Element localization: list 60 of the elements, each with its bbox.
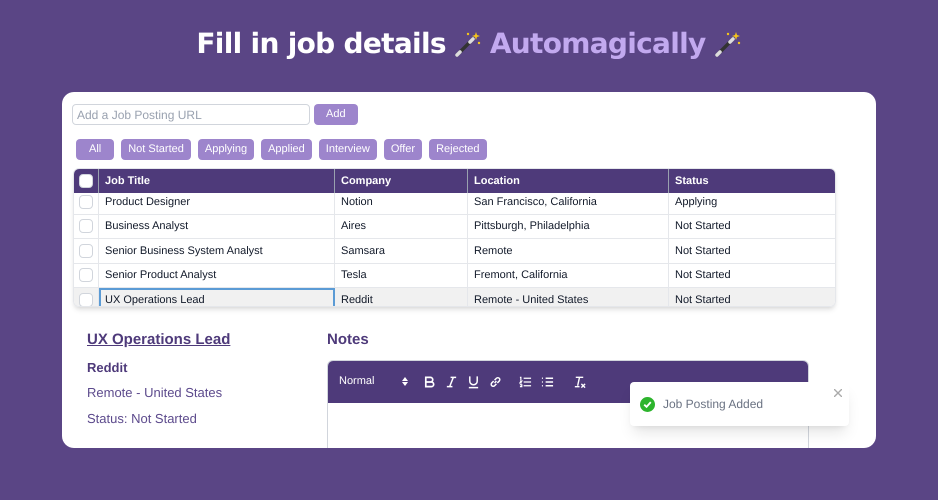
table-row[interactable]: Senior Product Analyst Tesla Fremont, California Not Started [74,264,835,288]
job-status: Status: Not Started [87,410,198,428]
clear-format-button[interactable] [573,374,586,388]
sort-arrows-icon [402,377,408,386]
checkbox[interactable] [79,219,93,234]
column-header[interactable]: Status [669,169,835,193]
table-cell: Aires [335,214,468,238]
headline: Fill in job details [196,26,446,62]
table-cell: UX Operations Lead [99,288,335,306]
table-cell-text: Not Started [674,244,732,258]
table-cell: Remote - United States [468,288,669,306]
table-cell: Senior Product Analyst [99,264,335,287]
company-name: Reddit [87,358,128,376]
format-dropdown[interactable]: Normal [339,373,408,390]
table-cell: Reddit [335,288,468,306]
table-cell: Business Analyst [99,214,335,238]
table-cell: San Francisco, California [468,193,669,214]
italic-button[interactable] [445,374,458,388]
link-button[interactable] [489,374,502,388]
toast-message: Job Posting Added [663,396,764,413]
table-cell: Senior Business System Analyst [99,239,335,262]
job-location: Remote - United States [87,384,224,402]
table-cell: Remote [468,239,669,262]
checkbox[interactable] [79,174,93,188]
checkbox[interactable] [79,292,93,306]
job-title-link[interactable]: UX Operations Lead [87,329,327,352]
table-cell-text: Not Started [674,219,732,234]
table-row[interactable]: Senior Business System Analyst Samsara Remote Not Started [74,239,835,264]
underline-button[interactable] [467,374,480,388]
magic-wand-icon [454,30,482,58]
table-cell: Notion [335,193,468,214]
bullet-list-button[interactable] [541,374,554,388]
table-row[interactable]: Business Analyst Aires Pittsburgh, Philadelphia Not Started [74,214,835,239]
numbered-list-icon [519,374,532,388]
headline-accent: Automagically [490,26,706,62]
bold-icon [423,374,436,388]
table-cell: Samsara [335,239,468,262]
table-cell: Fremont, California [468,264,669,287]
checkbox[interactable] [79,194,93,209]
link-icon [489,374,502,388]
bullet-list-icon [541,374,554,388]
numbered-list-button[interactable] [519,374,532,388]
checkbox[interactable] [79,244,93,258]
table-cell-text: Not Started [674,268,732,283]
italic-icon [445,374,458,388]
table-cell: Pittsburgh, Philadelphia [468,214,669,238]
url-input-field[interactable]: Add a Job Posting URL [72,104,310,125]
magic-wand-icon [714,30,742,58]
table-cell: Tesla [335,264,468,287]
notes-heading: Notes [327,330,370,350]
check-circle-icon [640,396,655,412]
table-cell-text: Applying [674,194,718,210]
clear-format-icon [573,374,586,388]
checkbox[interactable] [79,268,93,282]
underline-icon [467,374,480,388]
table-row[interactable]: Product Designer Notion San Francisco, California Applying [74,193,835,214]
table-cell-text: Not Started [674,292,732,306]
table-cell: Product Designer [99,193,335,214]
bold-button[interactable] [423,374,436,388]
table-row[interactable]: UX Operations Lead Reddit Remote - United States Not Started [74,288,835,306]
